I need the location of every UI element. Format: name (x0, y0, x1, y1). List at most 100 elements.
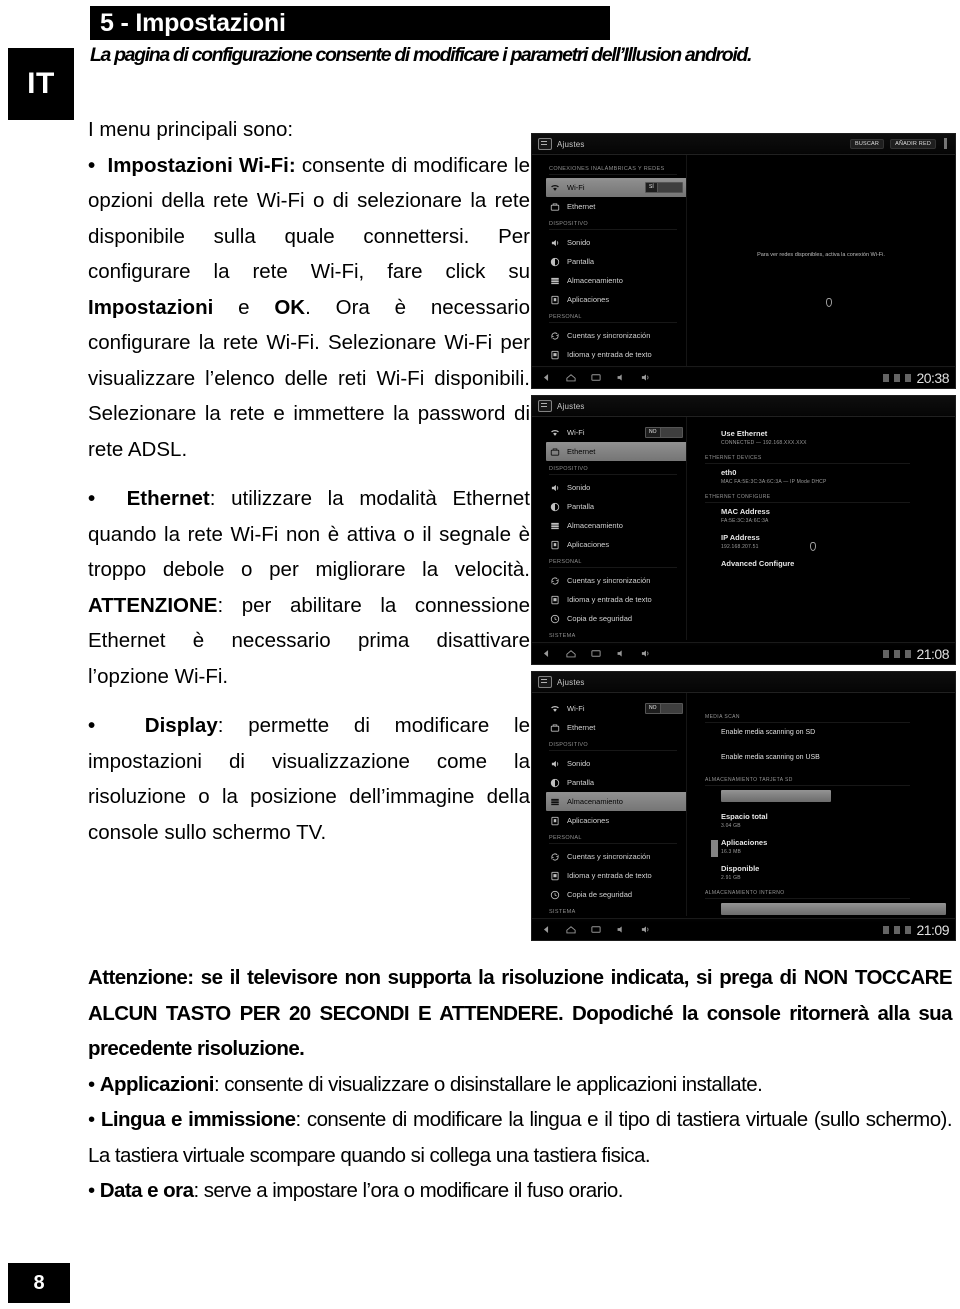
android-body: CONEXIONES INALÁMBRICAS Y REDES Wi-Fi SÍ… (532, 155, 955, 366)
sidebar-item-cuentas[interactable]: Cuentas y sincronización (546, 847, 686, 866)
bullet-ethernet-warning-term: ATTENZIONE (88, 593, 218, 617)
back-icon[interactable] (540, 648, 552, 659)
language-tab: IT (8, 48, 74, 120)
ethernet-icon (550, 724, 560, 732)
advanced-configure-row[interactable]: Advanced Configure (721, 559, 936, 568)
wifi-toggle-state: NO (646, 704, 661, 713)
sidebar-item-label: Ethernet (567, 202, 596, 211)
android-detail-panel: MEDIA SCAN Enable media scanning on SD ✓… (687, 693, 955, 916)
sidebar-item-cuentas[interactable]: Cuentas y sincronización (546, 326, 686, 345)
sidebar-item-ethernet[interactable]: Ethernet (546, 197, 686, 216)
sidebar-item-aplicaciones[interactable]: Aplicaciones (546, 290, 686, 309)
wifi-toggle[interactable]: SÍ (645, 182, 683, 193)
recents-icon[interactable] (590, 924, 602, 935)
volume-down-icon[interactable] (615, 924, 627, 935)
sidebar-item-label: Wi-Fi (567, 428, 585, 437)
apps-space-row: Aplicaciones 16.3 MB (711, 838, 936, 857)
use-ethernet-row[interactable]: Use Ethernet CONNECTED — 192.168.XXX.XXX… (721, 429, 936, 446)
sidebar-item-aplicaciones[interactable]: Aplicaciones (546, 535, 686, 554)
bullet-ethernet: • Ethernet: utilizzare la modalità Ether… (88, 481, 530, 694)
sidebar-item-almacenamiento[interactable]: Almacenamiento (546, 271, 686, 290)
recents-icon[interactable] (590, 648, 602, 659)
sidebar-item-wifi[interactable]: Wi-Fi NO (546, 423, 686, 442)
sidebar-item-aplicaciones[interactable]: Aplicaciones (546, 811, 686, 830)
home-icon[interactable] (565, 924, 577, 935)
apps-space-label: Aplicaciones (721, 838, 768, 847)
sidebar-group-header: SISTEMA (549, 633, 677, 640)
home-icon[interactable] (565, 372, 577, 383)
sidebar-item-sonido[interactable]: Sonido (546, 754, 686, 773)
android-detail-panel: Para ver redes disponibles, activa la co… (687, 155, 955, 366)
mac-address-label: MAC Address (721, 507, 770, 516)
status-icon (905, 649, 912, 658)
screenshot-gallery: Ajustes BUSCAR AÑADIR RED CONEXIONES INA… (531, 133, 956, 947)
sidebar-item-idioma[interactable]: Idioma y entrada de texto (546, 345, 686, 364)
sidebar-item-almacenamiento[interactable]: Almacenamiento (546, 516, 686, 535)
back-icon[interactable] (540, 924, 552, 935)
sidebar-item-copia[interactable]: Copia de seguridad (546, 609, 686, 628)
sidebar-item-label: Ethernet (567, 723, 596, 732)
volume-down-icon[interactable] (615, 372, 627, 383)
sidebar-item-sonido[interactable]: Sonido (546, 233, 686, 252)
wifi-toggle[interactable]: NO (645, 703, 683, 714)
ip-address-label: IP Address (721, 533, 760, 542)
sidebar-item-label: Ethernet (567, 447, 596, 456)
total-space-label: Espacio total (721, 812, 768, 821)
volume-up-icon[interactable] (640, 372, 652, 383)
ethernet-device-row[interactable]: eth0 MAC FA:5E:3C:3A:6C:3A — IP Mode DHC… (721, 468, 936, 485)
wifi-toggle[interactable]: NO (645, 427, 683, 438)
android-body: Wi-Fi NO Ethernet DISPOSITIVO Sonido Pan… (532, 693, 955, 916)
sidebar-item-pantalla[interactable]: Pantalla (546, 252, 686, 271)
volume-up-icon[interactable] (640, 924, 652, 935)
volume-down-icon[interactable] (615, 648, 627, 659)
recents-icon[interactable] (590, 372, 602, 383)
sidebar-item-pantalla[interactable]: Pantalla (546, 773, 686, 792)
sidebar-item-ethernet[interactable]: Ethernet (546, 718, 686, 737)
bullet-lingua: • Lingua e immissione: consente di modif… (88, 1102, 953, 1173)
bullet-data-ora-text: : serve a impostare l’ora o modificare i… (193, 1179, 623, 1202)
home-icon[interactable] (565, 648, 577, 659)
sidebar-item-wifi[interactable]: Wi-Fi NO (546, 699, 686, 718)
mouse-cursor (826, 298, 833, 308)
sd-storage-section: ALMACENAMIENTO TARJETA SD (705, 777, 910, 786)
bullet-dot: • (88, 487, 96, 510)
ip-address-row[interactable]: IP Address 192.168.207.51 (721, 533, 936, 550)
sidebar-item-sonido[interactable]: Sonido (546, 478, 686, 497)
overflow-menu-icon[interactable] (944, 138, 947, 149)
sidebar-item-wifi[interactable]: Wi-Fi SÍ (546, 178, 686, 197)
wide-text-column: Attenzione: se il televisore non support… (88, 960, 953, 1209)
sidebar-item-idioma[interactable]: Idioma y entrada de texto (546, 866, 686, 885)
scan-usb-row[interactable]: Enable media scanning on USB ✓ (721, 752, 955, 763)
page-number: 8 (8, 1263, 70, 1303)
android-app-title: Ajustes (557, 139, 585, 149)
sidebar-item-idioma[interactable]: Idioma y entrada de texto (546, 590, 686, 609)
display-icon (550, 257, 560, 266)
sidebar-item-label: Wi-Fi (567, 183, 585, 192)
sidebar-item-label: Aplicaciones (567, 540, 610, 549)
screenshot-storage-settings: Ajustes Wi-Fi NO Ethernet DISPOSITIVO So… (531, 671, 956, 941)
scan-sd-row[interactable]: Enable media scanning on SD ✓ (721, 727, 955, 738)
sidebar-item-label: Almacenamiento (567, 521, 623, 530)
bullet-wifi-text3: . Ora è necessario configurare la rete W… (88, 295, 530, 461)
sidebar-item-copia[interactable]: Copia de seguridad (546, 885, 686, 904)
volume-up-icon[interactable] (640, 648, 652, 659)
sidebar-item-almacenamiento[interactable]: Almacenamiento (546, 792, 686, 811)
search-button[interactable]: BUSCAR (849, 138, 885, 149)
sidebar-item-ethernet[interactable]: Ethernet (546, 442, 686, 461)
sidebar-item-cuentas[interactable]: Cuentas y sincronización (546, 571, 686, 590)
sync-icon (551, 577, 559, 584)
sidebar-item-pantalla[interactable]: Pantalla (546, 497, 686, 516)
sound-icon (551, 760, 559, 767)
use-ethernet-value: CONNECTED — 192.168.XXX.XXX (721, 440, 807, 446)
internal-storage-section: ALMACENAMIENTO INTERNO (705, 890, 910, 899)
screenshot-wifi-settings: Ajustes BUSCAR AÑADIR RED CONEXIONES INA… (531, 133, 956, 389)
back-icon[interactable] (540, 372, 552, 383)
sidebar-item-label: Almacenamiento (567, 276, 623, 285)
bullet-wifi-term2: Impostazioni (88, 295, 214, 319)
lead-line: I menu principali sono: (88, 118, 294, 141)
sidebar-item-label: Cuentas y sincronización (567, 331, 651, 340)
add-network-button[interactable]: AÑADIR RED (890, 138, 936, 149)
bullet-applicazioni-text: : consente di visualizzare o disinstalla… (213, 1072, 763, 1096)
mac-address-row[interactable]: MAC Address FA:5E:3C:3A:6C:3A (721, 507, 936, 524)
